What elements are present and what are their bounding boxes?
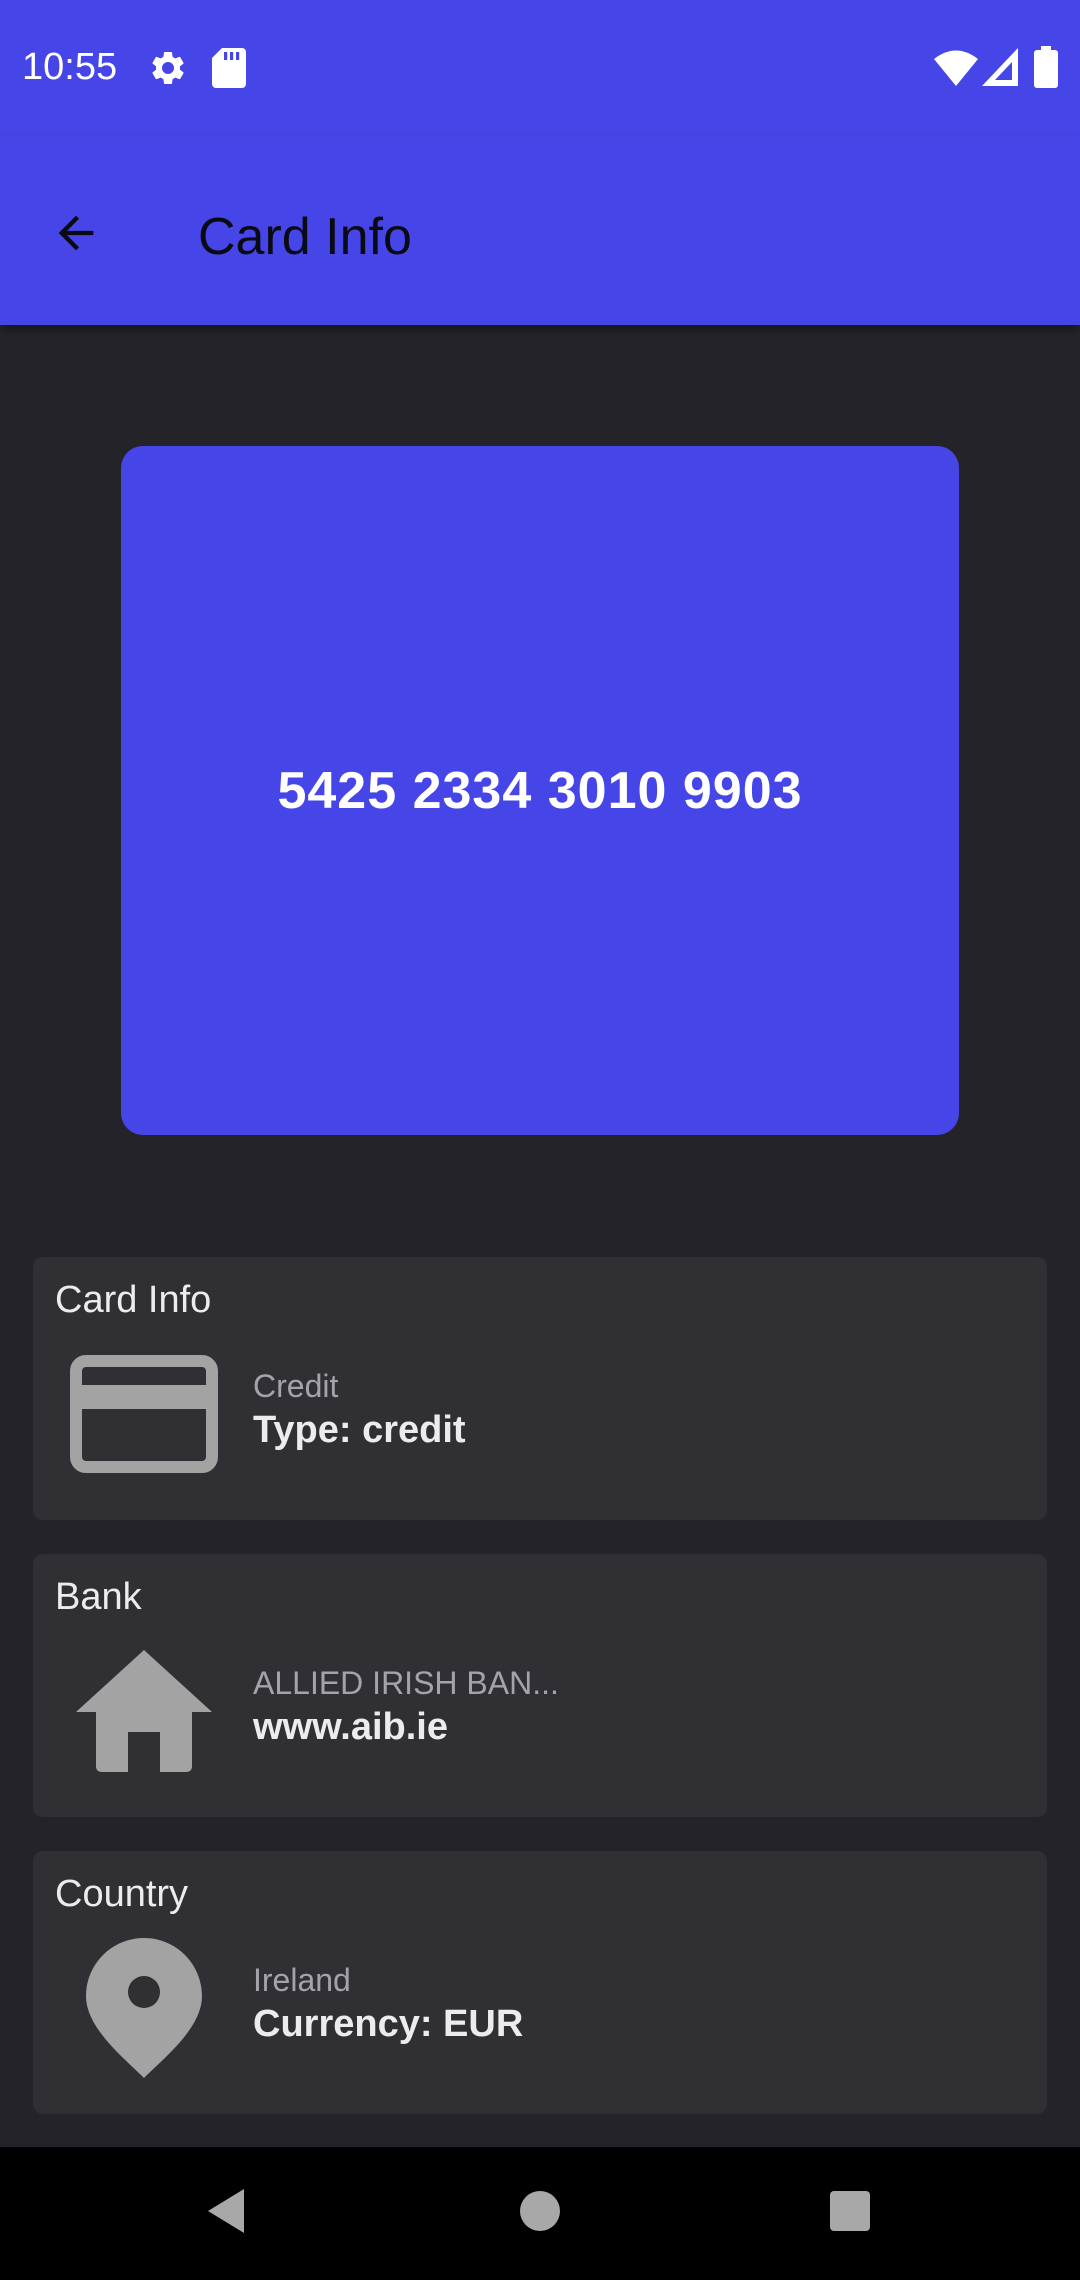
- bank-name: ALLIED IRISH BAN...: [253, 1665, 559, 1701]
- country-currency: Currency: EUR: [253, 2003, 524, 2045]
- battery-icon: [1034, 46, 1058, 93]
- app-bar: Card Info: [0, 135, 1080, 325]
- status-bar: 10:55: [0, 0, 1080, 135]
- back-button[interactable]: [36, 195, 116, 275]
- gear-icon: [148, 48, 188, 93]
- back-triangle-icon: [204, 2187, 248, 2240]
- panel-heading: Bank: [55, 1576, 142, 1618]
- nav-home-button[interactable]: [500, 2173, 580, 2253]
- recents-square-icon: [829, 2190, 871, 2237]
- card-type: Type: credit: [253, 1409, 466, 1451]
- system-nav-bar: [0, 2147, 1080, 2280]
- panel-heading: Country: [55, 1873, 189, 1915]
- sd-card-icon: [212, 48, 246, 93]
- card-number: 5425 2334 3010 9903: [277, 761, 803, 820]
- card-scheme: Credit: [253, 1368, 339, 1404]
- bank-panel: Bank ALLIED IRISH BAN... www.aib.ie: [33, 1554, 1047, 1817]
- wifi-icon: [934, 50, 978, 91]
- card-info-panel: Card Info Credit Type: credit: [33, 1257, 1047, 1520]
- home-icon: [69, 1646, 219, 1776]
- status-time: 10:55: [22, 46, 118, 88]
- country-name: Ireland: [253, 1962, 351, 1998]
- card-preview: 5425 2334 3010 9903: [121, 446, 959, 1135]
- nav-back-button[interactable]: [186, 2173, 266, 2253]
- nav-recents-button[interactable]: [810, 2173, 890, 2253]
- bank-url[interactable]: www.aib.ie: [253, 1704, 448, 1750]
- location-pin-icon: [69, 1938, 219, 2078]
- arrow-left-icon: [50, 207, 102, 264]
- home-circle-icon: [518, 2189, 562, 2238]
- country-panel: Country Ireland Currency: EUR: [33, 1851, 1047, 2114]
- panel-heading: Card Info: [55, 1279, 212, 1321]
- signal-icon: [982, 48, 1018, 91]
- credit-card-icon: [69, 1349, 219, 1479]
- page-title: Card Info: [198, 208, 412, 266]
